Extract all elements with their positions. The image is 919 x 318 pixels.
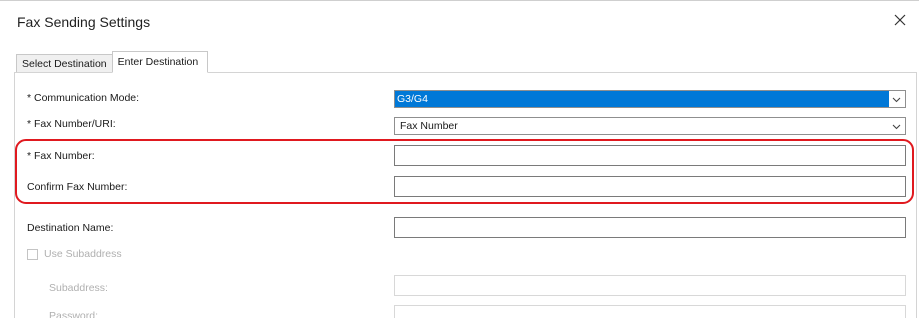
- chevron-down-icon: [892, 124, 901, 130]
- close-icon: [894, 14, 906, 26]
- destination-name-label: Destination Name:: [27, 222, 114, 234]
- password-input[interactable]: [394, 305, 906, 318]
- close-button[interactable]: [889, 9, 911, 31]
- password-label: Password:: [49, 310, 99, 318]
- communication-mode-value: G3/G4: [395, 91, 889, 107]
- confirm-fax-number-label: Confirm Fax Number:: [27, 181, 128, 193]
- dialog-title: Fax Sending Settings: [17, 14, 151, 30]
- subaddress-input[interactable]: [394, 275, 906, 296]
- fax-number-uri-label: * Fax Number/URI:: [27, 118, 116, 130]
- fax-number-label: * Fax Number:: [27, 150, 95, 162]
- subaddress-label: Subaddress:: [49, 282, 108, 294]
- tab-strip: Select Destination Enter Destination: [16, 51, 209, 73]
- chevron-down-icon: [892, 97, 901, 103]
- communication-mode-select[interactable]: G3/G4: [394, 90, 906, 108]
- fax-number-uri-select[interactable]: Fax Number: [394, 117, 906, 135]
- fax-sending-settings-dialog: Fax Sending Settings Select Destination …: [0, 0, 919, 318]
- use-subaddress-checkbox[interactable]: [27, 249, 38, 260]
- fax-number-uri-value: Fax Number: [400, 120, 458, 132]
- tab-select-destination[interactable]: Select Destination: [16, 54, 113, 73]
- destination-name-input[interactable]: [394, 217, 906, 238]
- fax-number-input[interactable]: [394, 145, 906, 166]
- use-subaddress-label: Use Subaddress: [44, 248, 122, 260]
- communication-mode-label: * Communication Mode:: [27, 92, 140, 104]
- tab-enter-destination[interactable]: Enter Destination: [111, 51, 209, 73]
- confirm-fax-number-input[interactable]: [394, 176, 906, 197]
